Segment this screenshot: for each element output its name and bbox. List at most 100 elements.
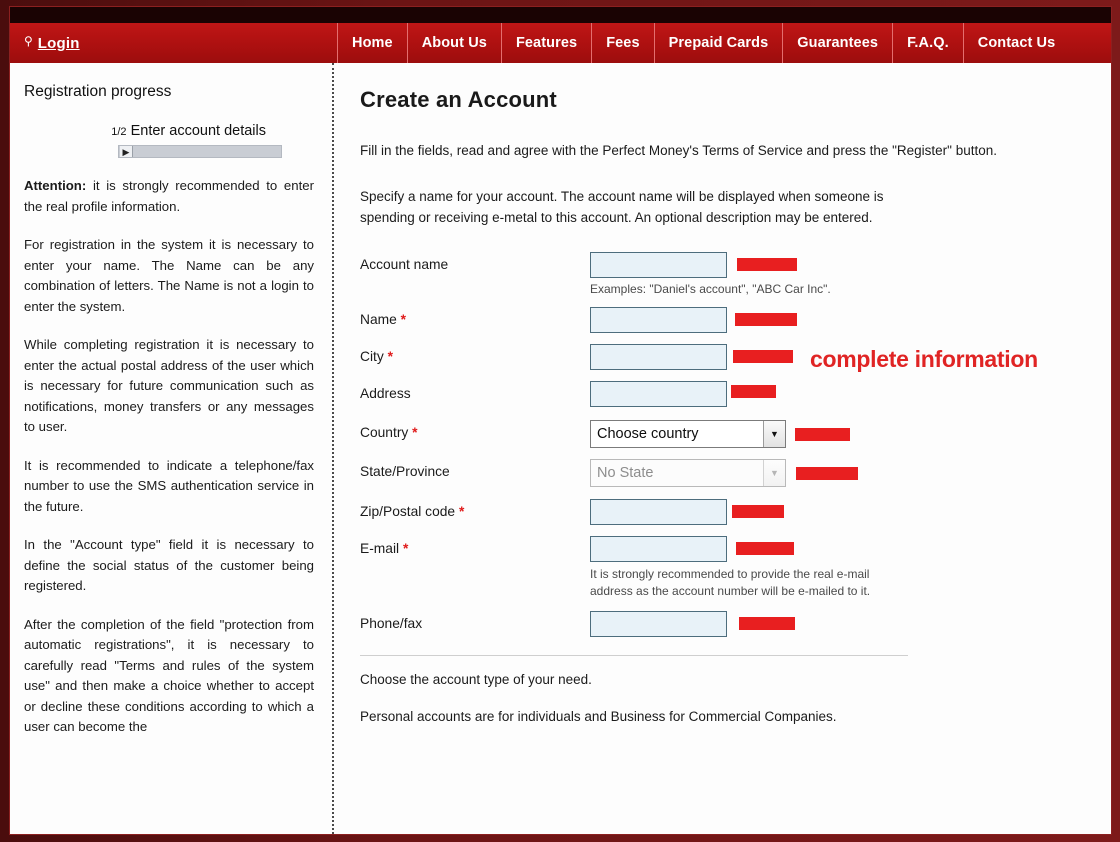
- field-state: No State ▼: [590, 459, 858, 487]
- form-row-country: Country * Choose country ▼: [360, 420, 1111, 448]
- field-city: [590, 344, 793, 370]
- field-address: [590, 381, 776, 407]
- label-zip-text: Zip/Postal code: [360, 504, 456, 519]
- form-row-state: State/Province No State ▼: [360, 459, 1111, 487]
- page-body: Registration progress 1/2 Enter account …: [10, 63, 1111, 834]
- state-select-value: No State: [597, 465, 654, 481]
- nav-menu: Home About Us Features Fees Prepaid Card…: [337, 23, 1111, 63]
- nav-item-about-us[interactable]: About Us: [406, 23, 501, 63]
- hint-email: It is strongly recommended to provide th…: [590, 567, 871, 598]
- label-city-text: City: [360, 349, 384, 364]
- form-row-address: Address: [360, 381, 1111, 407]
- sidebar-paragraph-phone: It is recommended to indicate a telephon…: [24, 457, 314, 514]
- sidebar-paragraph-terms: After the completion of the field "prote…: [24, 616, 314, 735]
- chevron-down-icon[interactable]: ▼: [763, 421, 785, 447]
- label-phone: Phone/fax: [360, 616, 423, 631]
- label-name-text: Name: [360, 312, 397, 327]
- nav-item-guarantees[interactable]: Guarantees: [782, 23, 892, 63]
- annotation-bar-address: [731, 385, 776, 398]
- annotation-bar-email: [736, 542, 794, 555]
- account-type-prompt: Choose the account type of your need.: [360, 672, 592, 687]
- attention-lead: Attention:: [24, 178, 87, 193]
- label-account-name: Account name: [360, 257, 449, 272]
- field-name: [590, 307, 797, 333]
- hint-account-name: Examples: "Daniel's account", "ABC Car I…: [590, 282, 831, 296]
- sidebar-help-text: Attention: it is strongly recommended to…: [24, 176, 314, 738]
- form-row-name: Name *: [360, 307, 1111, 333]
- nav-item-fees[interactable]: Fees: [591, 23, 653, 63]
- registration-progress-title: Registration progress: [24, 83, 172, 100]
- phone-input[interactable]: [590, 611, 727, 637]
- chevron-down-icon[interactable]: ▼: [763, 460, 785, 486]
- progress-bar: ▶: [118, 145, 282, 158]
- account-name-description: Specify a name for your account. The acc…: [360, 189, 884, 225]
- main-content: Create an Account Fill in the fields, re…: [332, 63, 1111, 834]
- nav-item-faq[interactable]: F.A.Q.: [892, 23, 963, 63]
- account-type-explanation: Personal accounts are for individuals an…: [360, 709, 837, 724]
- nav-item-features[interactable]: Features: [500, 23, 591, 63]
- annotation-bar-phone: [739, 617, 795, 630]
- form-row-account-name: Account name Examples: "Daniel's account…: [360, 252, 1111, 296]
- required-marker-country: *: [412, 425, 418, 440]
- sidebar-paragraph-account-type: In the "Account type" field it is necess…: [24, 537, 314, 593]
- zip-input[interactable]: [590, 499, 727, 525]
- nav-item-home[interactable]: Home: [337, 23, 407, 63]
- annotation-bar-account-name: [737, 258, 797, 271]
- required-marker-city: *: [387, 349, 393, 364]
- annotation-bar-zip: [732, 505, 784, 518]
- top-navigation-bar: ⚲ Login Home About Us Features Fees Prep…: [10, 23, 1111, 63]
- sidebar-paragraph-address: While completing registration it is nece…: [24, 337, 314, 434]
- city-input[interactable]: [590, 344, 727, 370]
- annotation-bar-state: [796, 467, 858, 480]
- nav-item-prepaid-cards[interactable]: Prepaid Cards: [653, 23, 783, 63]
- state-select[interactable]: No State ▼: [590, 459, 786, 487]
- country-select-value: Choose country: [597, 426, 699, 442]
- form-row-email: E-mail * It is strongly recommended to p…: [360, 536, 1111, 600]
- nav-item-contact-us[interactable]: Contact Us: [962, 23, 1072, 63]
- login-link[interactable]: Login: [38, 35, 80, 52]
- label-name: Name *: [360, 307, 590, 327]
- form-row-city: City *: [360, 344, 1111, 370]
- top-strip: [10, 7, 1111, 23]
- play-marker-icon: ▶: [120, 146, 133, 157]
- label-country-text: Country: [360, 425, 409, 440]
- field-country: Choose country ▼: [590, 420, 850, 448]
- field-zip: [590, 499, 784, 525]
- field-email: It is strongly recommended to provide th…: [590, 536, 890, 600]
- form-row-phone: Phone/fax: [360, 611, 1111, 637]
- window-frame: ⚲ Login Home About Us Features Fees Prep…: [0, 0, 1120, 842]
- required-marker-email: *: [402, 541, 409, 556]
- required-marker-name: *: [400, 312, 407, 327]
- label-email-text: E-mail: [360, 541, 400, 556]
- label-state: State/Province: [360, 464, 450, 479]
- country-select[interactable]: Choose country ▼: [590, 420, 786, 448]
- field-phone: [590, 611, 795, 637]
- progress-step-text: Enter account details: [130, 123, 266, 139]
- label-address: Address: [360, 386, 411, 401]
- intro-text: Fill in the fields, read and agree with …: [360, 143, 997, 158]
- window-inner: ⚲ Login Home About Us Features Fees Prep…: [9, 6, 1112, 835]
- annotation-bar-country: [795, 428, 850, 441]
- name-input[interactable]: [590, 307, 727, 333]
- address-input[interactable]: [590, 381, 727, 407]
- label-email: E-mail *: [360, 536, 590, 556]
- login-area[interactable]: ⚲ Login: [10, 23, 337, 63]
- sidebar: Registration progress 1/2 Enter account …: [10, 63, 332, 834]
- annotation-bar-city: [733, 350, 793, 363]
- email-input[interactable]: [590, 536, 727, 562]
- annotation-bar-name: [735, 313, 797, 326]
- form-row-zip: Zip/Postal code *: [360, 499, 1111, 525]
- label-country: Country *: [360, 420, 590, 440]
- sidebar-paragraph-attention: Attention: it is strongly recommended to…: [24, 176, 314, 217]
- page-title: Create an Account: [360, 87, 557, 112]
- label-zip: Zip/Postal code *: [360, 499, 590, 519]
- section-divider: [360, 655, 908, 656]
- progress-step-label: 1/2 Enter account details: [24, 123, 314, 139]
- key-icon: ⚲: [24, 34, 33, 48]
- required-marker-zip: *: [458, 504, 465, 519]
- account-name-input[interactable]: [590, 252, 727, 278]
- label-city: City *: [360, 344, 590, 364]
- field-account-name: Examples: "Daniel's account", "ABC Car I…: [590, 252, 831, 296]
- progress-step-fraction: 1/2: [111, 126, 127, 138]
- sidebar-paragraph-name: For registration in the system it is nec…: [24, 237, 314, 314]
